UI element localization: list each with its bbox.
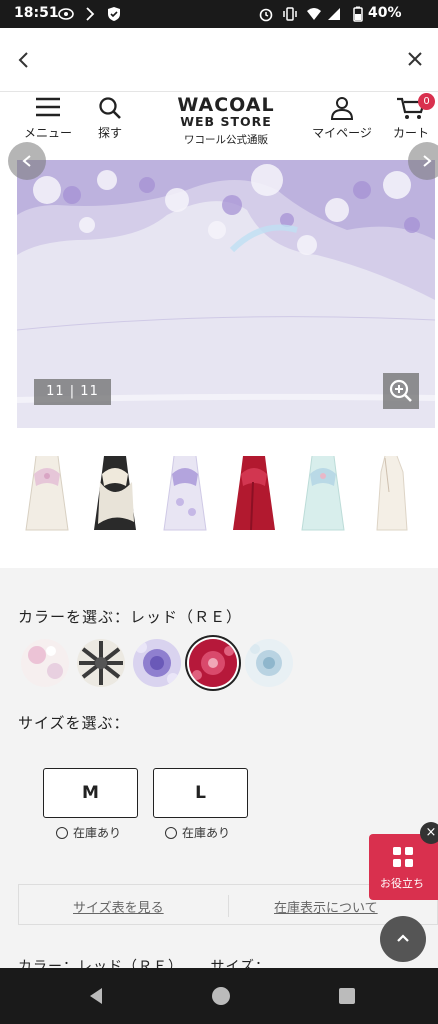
- color-swatch-red[interactable]: [189, 639, 237, 687]
- thumbnail-1[interactable]: [22, 452, 72, 536]
- status-time: 18:51: [14, 5, 59, 21]
- gallery-next-button[interactable]: [408, 142, 438, 180]
- store-logo[interactable]: WACOAL WEB STORE ワコール公式通販: [170, 94, 282, 147]
- mypage-button[interactable]: マイページ: [308, 96, 376, 141]
- search-icon: [99, 97, 121, 119]
- cart-count-badge: 0: [418, 93, 435, 110]
- logo-wacoal: WACOAL: [177, 94, 275, 116]
- nav-back-icon[interactable]: [86, 986, 106, 1006]
- hamburger-icon: [36, 97, 60, 117]
- system-navigation-bar: [0, 968, 438, 1024]
- helpful-tools-button[interactable]: お役立ち: [369, 834, 438, 900]
- back-icon[interactable]: [14, 46, 34, 74]
- vibrate-icon: [283, 7, 297, 21]
- divider: [228, 895, 229, 917]
- color-swatch-purple[interactable]: [133, 639, 181, 687]
- scroll-to-top-button[interactable]: [380, 916, 426, 962]
- status-bar: 18:51 40%: [0, 0, 438, 28]
- size-section-title: サイズを選ぶ：: [18, 714, 130, 732]
- thumbnail-6[interactable]: [367, 452, 417, 536]
- app-notification-icon: [86, 7, 95, 21]
- thumbnail-4[interactable]: [229, 452, 279, 536]
- stock-info-link[interactable]: 在庫表示について: [274, 897, 378, 916]
- color-swatch-blue[interactable]: [245, 639, 293, 687]
- nav-home-icon[interactable]: [210, 985, 232, 1007]
- zoom-in-icon: [389, 379, 412, 402]
- logo-subtitle: ワコール公式通販: [184, 134, 268, 146]
- nav-recents-icon[interactable]: [338, 987, 356, 1005]
- grid-icon: [393, 847, 413, 867]
- signal-icon: [328, 8, 340, 20]
- size-button-m[interactable]: M: [43, 768, 138, 818]
- wifi-icon: [307, 8, 321, 20]
- helpful-close-button[interactable]: ×: [420, 822, 438, 844]
- battery-icon: [353, 6, 363, 22]
- search-label: 探す: [97, 126, 122, 140]
- thumbnail-3[interactable]: [160, 452, 210, 536]
- helpful-label: お役立ち: [380, 877, 424, 890]
- zoom-button[interactable]: [383, 373, 419, 409]
- stock-status-m: 在庫あり: [56, 824, 121, 841]
- cart-label: カート: [392, 126, 429, 140]
- shield-icon: [108, 7, 120, 21]
- thumbnail-2[interactable]: [90, 452, 140, 536]
- size-button-l[interactable]: L: [153, 768, 248, 818]
- menu-button[interactable]: メニュー: [22, 96, 74, 141]
- menu-label: メニュー: [23, 126, 72, 140]
- browser-top-bar: [0, 28, 438, 92]
- thumbnail-5[interactable]: [298, 452, 348, 536]
- close-icon[interactable]: [406, 50, 424, 68]
- size-chart-link[interactable]: サイズ表を見る: [73, 897, 164, 916]
- gallery-counter: 11 | 11: [34, 379, 111, 405]
- chevron-up-icon: [397, 934, 409, 942]
- color-swatch-black[interactable]: [77, 639, 125, 687]
- stock-status-l: 在庫あり: [165, 824, 230, 841]
- color-section-title: カラーを選ぶ：レッド（ＲＥ）: [18, 608, 243, 626]
- gallery-prev-button[interactable]: [8, 142, 46, 180]
- chevron-left-icon: [22, 155, 31, 167]
- user-icon: [330, 97, 354, 120]
- battery-level: 40%: [368, 5, 402, 21]
- mypage-label: マイページ: [312, 126, 372, 140]
- logo-webstore: WEB STORE: [180, 114, 272, 129]
- in-stock-icon: [165, 827, 177, 839]
- search-button[interactable]: 探す: [94, 96, 126, 141]
- alarm-icon: [259, 8, 273, 22]
- in-stock-icon: [56, 827, 68, 839]
- chevron-right-icon: [423, 155, 432, 167]
- notification-icon: [58, 8, 74, 20]
- color-swatch-white[interactable]: [21, 639, 69, 687]
- store-header: メニュー 探す WACOAL WEB STORE ワコール公式通販 マイページ …: [0, 92, 438, 156]
